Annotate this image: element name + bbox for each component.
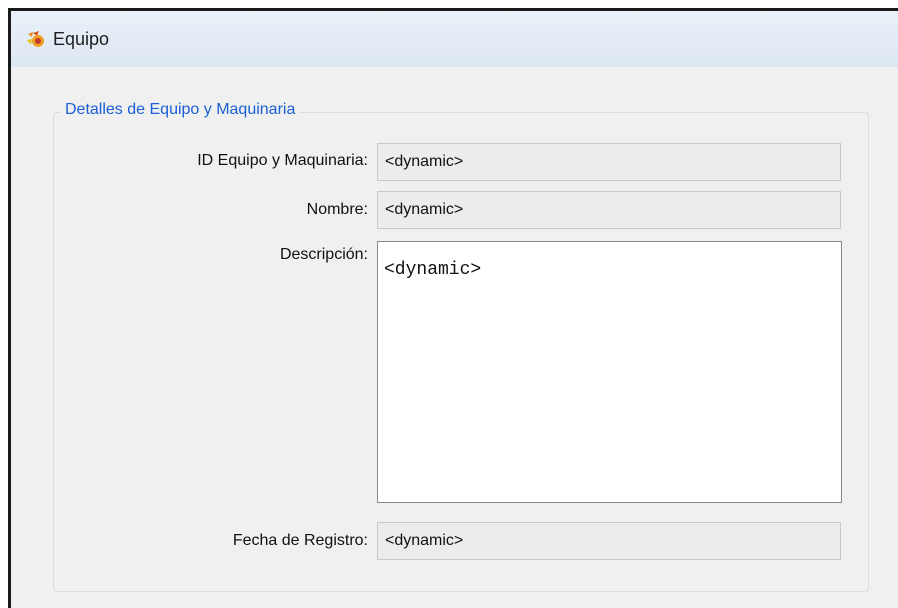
equipo-window: Equipo Detalles de Equipo y Maquinaria I… xyxy=(8,8,898,608)
fecha-value: <dynamic> xyxy=(385,532,464,549)
id-label: ID Equipo y Maquinaria: xyxy=(197,152,368,169)
fecha-label: Fecha de Registro: xyxy=(232,532,368,549)
nombre-value: <dynamic> xyxy=(385,201,464,218)
window-content: Detalles de Equipo y Maquinaria ID Equip… xyxy=(11,67,898,608)
groupbox-legend: Detalles de Equipo y Maquinaria xyxy=(61,101,300,119)
nombre-label: Nombre: xyxy=(306,201,368,218)
title-bar: Equipo xyxy=(11,11,898,67)
nombre-field[interactable]: <dynamic> xyxy=(377,191,841,229)
id-field[interactable]: <dynamic> xyxy=(377,143,841,181)
app-logo-icon xyxy=(27,31,44,47)
window-title: Equipo xyxy=(53,28,110,49)
id-value: <dynamic> xyxy=(385,153,464,170)
descripcion-label: Descripción: xyxy=(279,246,368,263)
fecha-field[interactable]: <dynamic> xyxy=(377,522,841,560)
descripcion-textarea[interactable]: <dynamic> xyxy=(377,241,842,503)
descripcion-value: <dynamic> xyxy=(384,260,482,280)
